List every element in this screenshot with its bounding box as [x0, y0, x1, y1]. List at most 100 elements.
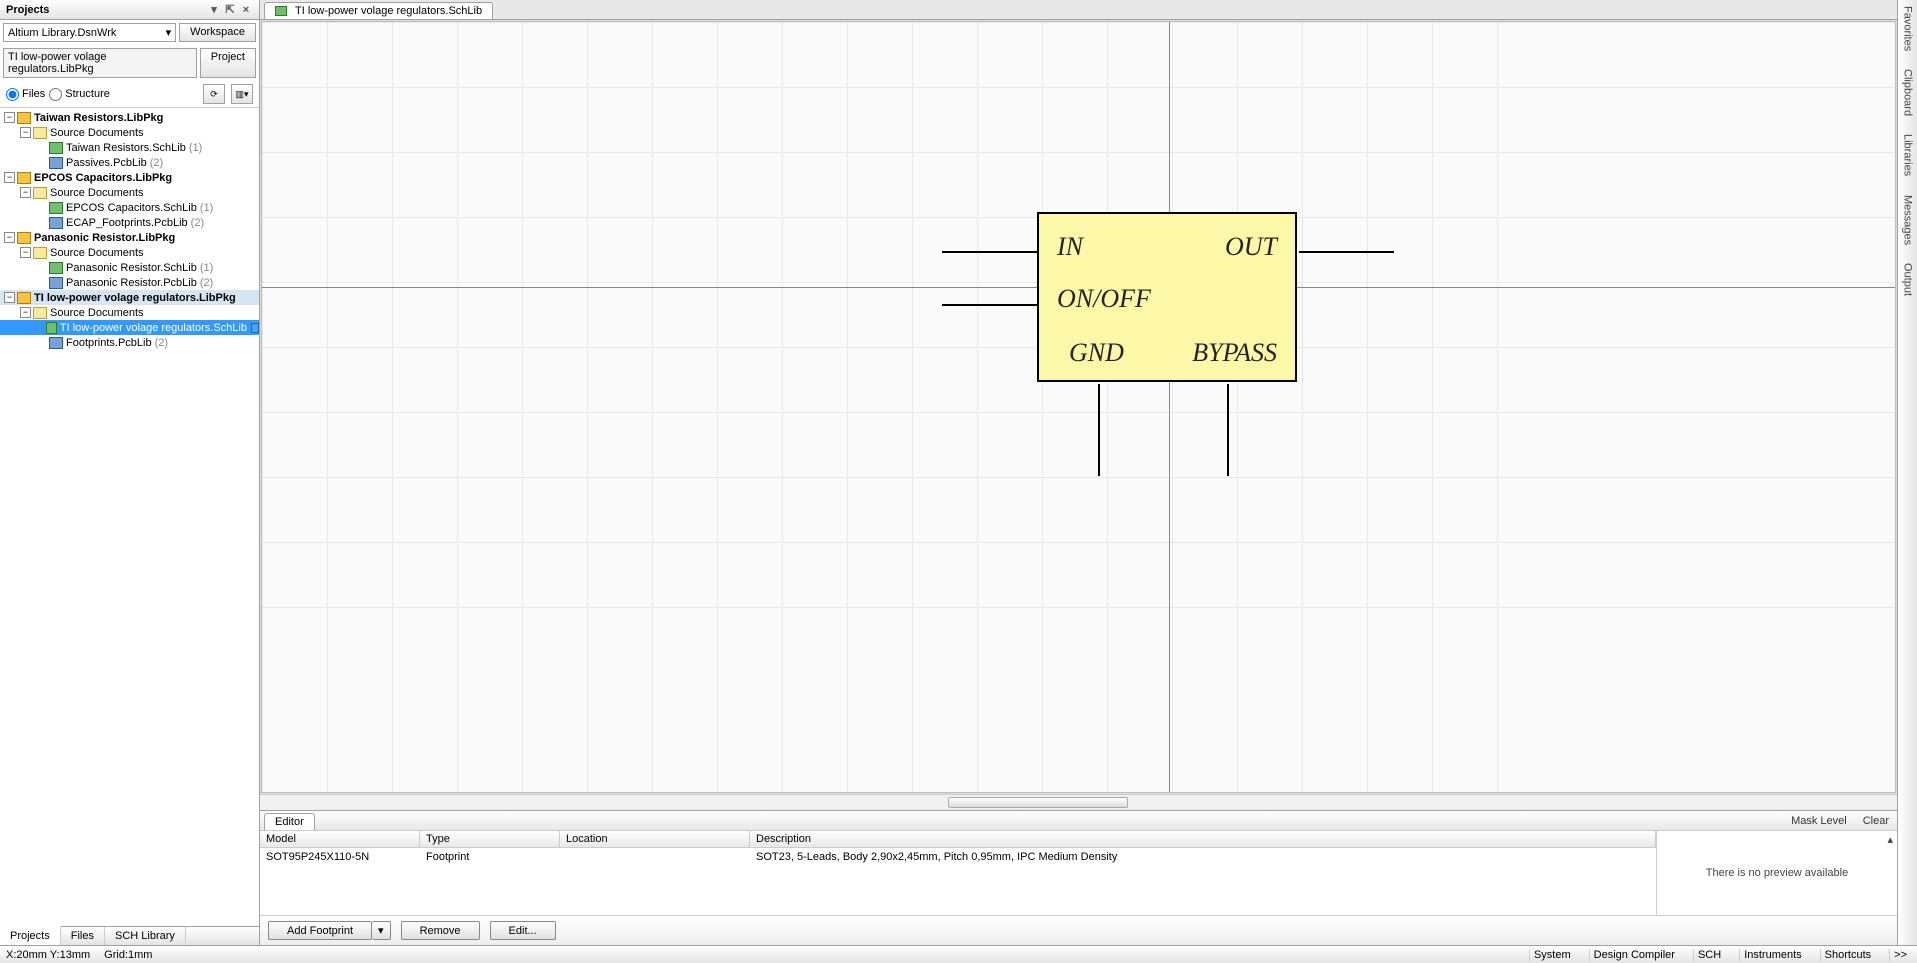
tree-row[interactable]: −Source Documents: [0, 185, 259, 200]
mask-level-button[interactable]: Mask Level: [1783, 813, 1855, 829]
status-grid: Grid:1mm: [104, 949, 152, 961]
workspace-button[interactable]: Workspace: [179, 23, 256, 42]
pin-bypass[interactable]: [1227, 384, 1229, 476]
project-tree[interactable]: −Taiwan Resistors.LibPkg−Source Document…: [0, 108, 259, 926]
pin-onoff[interactable]: [942, 304, 1037, 306]
tree-row[interactable]: − Source Documents: [0, 245, 259, 260]
tree-label: Taiwan Resistors.SchLib: [66, 142, 186, 154]
expand-icon[interactable]: −: [20, 127, 31, 138]
tab-clipboard[interactable]: Clipboard: [1902, 67, 1914, 118]
tree-label: Source Documents: [50, 307, 144, 319]
prj-icon: [17, 292, 31, 304]
tab-projects[interactable]: Projects: [0, 926, 61, 945]
tree-label: Passives.PcbLib: [66, 157, 147, 169]
pin-in[interactable]: [942, 251, 1037, 253]
tree-row[interactable]: − Source Documents: [0, 305, 259, 320]
tree-row[interactable]: Footprints.PcbLib(2): [0, 335, 259, 350]
mode-files-radio[interactable]: Files: [6, 88, 45, 101]
prj-icon: [17, 232, 31, 244]
tree-row[interactable]: − Source Documents: [0, 125, 259, 140]
pin-label-onoff: ON/OFF: [1057, 284, 1151, 314]
col-type[interactable]: Type: [420, 831, 560, 847]
pin-out[interactable]: [1299, 251, 1394, 253]
doc-count: (2): [150, 157, 163, 169]
status-shortcuts[interactable]: Shortcuts: [1820, 949, 1875, 961]
col-model[interactable]: Model: [260, 831, 420, 847]
doc-count: (2): [200, 277, 213, 289]
tree-row[interactable]: EPCOS Capacitors.SchLib(1): [0, 200, 259, 215]
expand-icon[interactable]: −: [4, 172, 15, 183]
expand-icon[interactable]: −: [4, 292, 15, 303]
model-grid[interactable]: Model Type Location Description SOT95P24…: [260, 831, 1657, 915]
grid-row[interactable]: SOT95P245X110-5N Footprint SOT23, 5-Lead…: [260, 848, 1656, 866]
expand-icon[interactable]: −: [20, 307, 31, 318]
add-footprint-button[interactable]: Add Footprint: [268, 921, 372, 940]
status-sch[interactable]: SCH: [1693, 949, 1725, 961]
schematic-canvas[interactable]: IN OUT ON/OFF GND BYPASS: [261, 21, 1896, 793]
mode-structure-radio[interactable]: Structure: [49, 88, 110, 101]
tab-favorites[interactable]: Favorites: [1902, 4, 1914, 53]
panel-pin-icon[interactable]: ⇱: [223, 3, 237, 16]
status-instruments[interactable]: Instruments: [1739, 949, 1805, 961]
doc-count: (1): [189, 142, 202, 154]
settings-icon[interactable]: ▥▾: [231, 84, 253, 104]
add-footprint-dropdown[interactable]: ▾: [372, 921, 391, 940]
tab-messages[interactable]: Messages: [1902, 193, 1914, 247]
col-description[interactable]: Description: [750, 831, 1656, 847]
tab-output[interactable]: Output: [1902, 261, 1914, 298]
workspace-combo[interactable]: Altium Library.DsnWrk ▾: [3, 23, 176, 42]
tab-files[interactable]: Files: [61, 927, 105, 945]
horizontal-scrollbar[interactable]: [260, 794, 1897, 810]
tree-row[interactable]: Panasonic Resistor.PcbLib(2): [0, 275, 259, 290]
tab-libraries[interactable]: Libraries: [1902, 132, 1914, 178]
tree-row[interactable]: ECAP_Footprints.PcbLib(2): [0, 215, 259, 230]
pcb-icon: [49, 277, 63, 289]
grid-header: Model Type Location Description: [260, 831, 1656, 848]
tree-label: Source Documents: [50, 247, 144, 259]
status-design-compiler[interactable]: Design Compiler: [1589, 949, 1679, 961]
document-tab-label: TI low-power volage regulators.SchLib: [295, 5, 482, 17]
status-bar: X:20mm Y:13mm Grid:1mm System Design Com…: [0, 945, 1917, 963]
scrollbar-thumb[interactable]: [948, 797, 1128, 808]
editor-tab[interactable]: Editor: [264, 813, 315, 830]
cell-description: SOT23, 5-Leads, Body 2,90x2,45mm, Pitch …: [750, 850, 1656, 864]
tree-row[interactable]: −TI low-power volage regulators.LibPkg: [0, 290, 259, 305]
tree-row[interactable]: Passives.PcbLib(2): [0, 155, 259, 170]
pin-label-out: OUT: [1225, 232, 1277, 262]
status-system[interactable]: System: [1529, 949, 1575, 961]
sch-icon: [49, 142, 63, 154]
tree-row[interactable]: Taiwan Resistors.SchLib(1): [0, 140, 259, 155]
open-doc-icon: [251, 323, 259, 333]
tree-row[interactable]: TI low-power volage regulators.SchLib: [0, 320, 259, 335]
tree-label: EPCOS Capacitors.SchLib: [66, 202, 197, 214]
pcb-icon: [49, 157, 63, 169]
remove-button[interactable]: Remove: [401, 921, 480, 940]
collapse-icon[interactable]: ▴: [1887, 833, 1893, 846]
panel-menu-icon[interactable]: ▾: [207, 3, 221, 16]
refresh-icon[interactable]: ⟳: [203, 84, 225, 104]
pin-gnd[interactable]: [1098, 384, 1100, 476]
component-body[interactable]: IN OUT ON/OFF GND BYPASS: [1037, 212, 1297, 382]
clear-button[interactable]: Clear: [1855, 813, 1897, 829]
document-tab[interactable]: TI low-power volage regulators.SchLib: [264, 2, 493, 19]
tree-label: Source Documents: [50, 127, 144, 139]
tree-label: TI low-power volage regulators.SchLib: [60, 322, 247, 334]
tree-label: Taiwan Resistors.LibPkg: [34, 112, 163, 124]
project-button[interactable]: Project: [200, 48, 256, 78]
edit-button[interactable]: Edit...: [490, 921, 556, 940]
tree-row[interactable]: −Panasonic Resistor.LibPkg: [0, 230, 259, 245]
fld-icon: [33, 187, 47, 199]
fld-icon: [33, 307, 47, 319]
col-location[interactable]: Location: [560, 831, 750, 847]
pin-label-gnd: GND: [1069, 338, 1124, 368]
tree-row[interactable]: Panasonic Resistor.SchLib(1): [0, 260, 259, 275]
expand-icon[interactable]: −: [4, 232, 15, 243]
status-more[interactable]: >>: [1889, 949, 1911, 961]
expand-icon[interactable]: −: [20, 187, 31, 198]
expand-icon[interactable]: −: [20, 247, 31, 258]
tree-row[interactable]: − Taiwan Resistors.LibPkg: [0, 110, 259, 125]
panel-close-icon[interactable]: ×: [239, 4, 253, 16]
tree-row[interactable]: −EPCOS Capacitors.LibPkg: [0, 170, 259, 185]
expand-icon[interactable]: −: [4, 112, 15, 123]
tab-sch-library[interactable]: SCH Library: [105, 927, 186, 945]
